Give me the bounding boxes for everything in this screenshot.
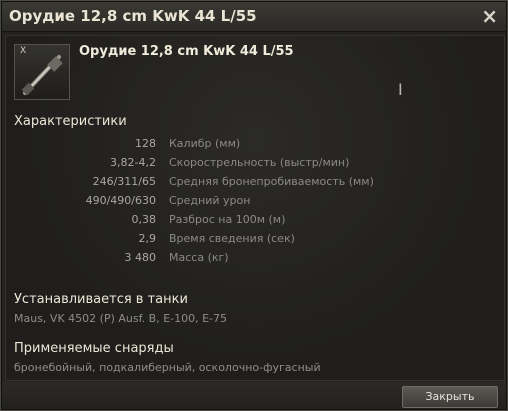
spec-row: 2,9 Время сведения (сек) <box>6 232 426 251</box>
gun-icon <box>21 55 63 96</box>
spec-label: Масса (кг) <box>169 251 229 264</box>
gun-thumbnail: X <box>14 44 70 100</box>
spec-value: 2,9 <box>138 232 157 245</box>
spec-label: Время сведения (сек) <box>169 232 295 245</box>
close-button[interactable]: Закрыть <box>402 386 498 408</box>
shells-list: бронебойный, подкалиберный, осколочно-фу… <box>14 361 321 374</box>
spec-label: Калибр (мм) <box>169 137 241 150</box>
spec-label: Разброс на 100м (м) <box>169 213 286 226</box>
spec-row: 3 480 Масса (кг) <box>6 251 426 270</box>
spec-label: Скорострельность (выстр/мин) <box>169 156 350 169</box>
spec-row: 0,38 Разброс на 100м (м) <box>6 213 426 232</box>
spec-label: Средний урон <box>169 194 251 207</box>
window-title: Орудие 12,8 cm KwK 44 L/55 <box>9 7 257 25</box>
content-panel: X Орудие 12,8 cm KwK 44 L/55 I Характери… <box>5 35 505 381</box>
title-bar[interactable]: Орудие 12,8 cm KwK 44 L/55 × <box>2 2 506 32</box>
spec-value: 490/490/630 <box>85 194 156 207</box>
item-name: Орудие 12,8 cm KwK 44 L/55 <box>79 44 294 59</box>
spec-value: 0,38 <box>131 213 157 226</box>
text-cursor-icon: I <box>398 80 403 99</box>
spec-value: 3,82-4,2 <box>110 156 156 169</box>
characteristics-heading: Характеристики <box>14 114 127 129</box>
spec-value: 246/311/65 <box>92 175 156 188</box>
spec-row: 246/311/65 Средняя бронепробиваемость (м… <box>6 175 426 194</box>
spec-row: 490/490/630 Средний урон <box>6 194 426 213</box>
tanks-heading: Устанавливается в танки <box>14 292 188 307</box>
spec-row: 3,82-4,2 Скорострельность (выстр/мин) <box>6 156 426 175</box>
spec-value: 128 <box>135 137 156 150</box>
spec-row: 128 Калибр (мм) <box>6 137 426 156</box>
spec-value: 3 480 <box>124 251 157 264</box>
spec-label: Средняя бронепробиваемость (мм) <box>169 175 374 188</box>
close-icon[interactable]: × <box>481 4 498 28</box>
footer-bar: Закрыть <box>2 382 506 409</box>
tanks-list: Maus, VK 4502 (P) Ausf. B, E-100, E-75 <box>14 312 228 325</box>
module-info-window: Орудие 12,8 cm KwK 44 L/55 × X Орудие 12… <box>0 0 508 411</box>
shells-heading: Применяемые снаряды <box>14 341 174 356</box>
